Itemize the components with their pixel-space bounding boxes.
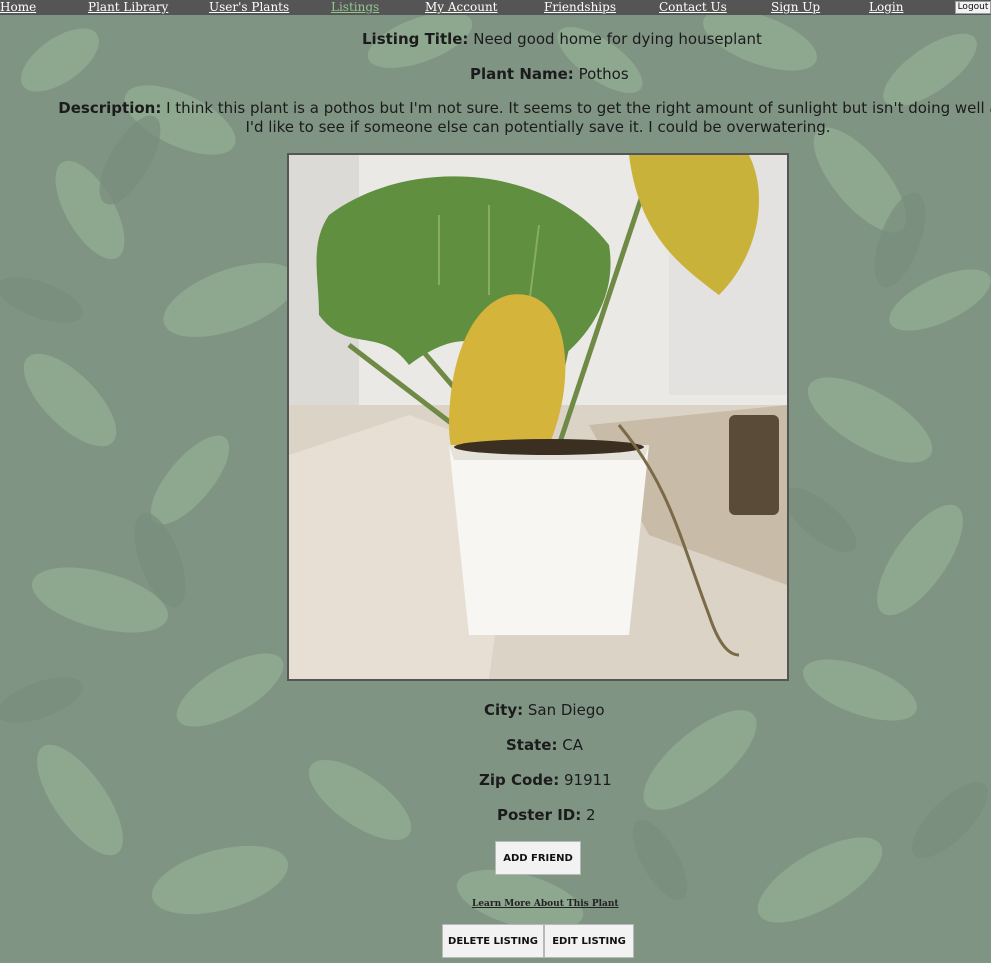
listing-title-row: Listing Title: Need good home for dying … <box>0 30 762 48</box>
nav-listings-link[interactable]: Listings <box>331 0 379 15</box>
nav-friendships-link[interactable]: Friendships <box>544 0 616 15</box>
listing-title-label: Listing Title: <box>362 30 469 48</box>
city-value: San Diego <box>527 701 605 719</box>
listing-title-value: Need good home for dying houseplant <box>473 30 762 48</box>
nav-plant-library-link[interactable]: Plant Library <box>88 0 168 15</box>
poster-row: Poster ID: 2 <box>0 806 596 824</box>
state-row: State: CA <box>0 736 583 754</box>
zip-row: Zip Code: 91911 <box>0 771 612 789</box>
nav-home-link[interactable]: Home <box>0 0 36 15</box>
city-label: City: <box>484 701 524 719</box>
plant-photo <box>287 153 789 681</box>
nav-sign-up-link[interactable]: Sign Up <box>771 0 820 15</box>
plant-name-row: Plant Name: Pothos <box>0 65 629 83</box>
poster-value: 2 <box>586 806 596 824</box>
logout-button[interactable]: Logout <box>955 1 991 14</box>
description-row: Description: I think this plant is a pot… <box>52 99 991 137</box>
city-row: City: San Diego <box>0 701 605 719</box>
nav-my-account-link[interactable]: My Account <box>425 0 498 15</box>
zip-label: Zip Code: <box>479 771 560 789</box>
state-label: State: <box>506 736 558 754</box>
poster-label: Poster ID: <box>497 806 582 824</box>
nav-contact-us-link[interactable]: Contact Us <box>659 0 727 15</box>
description-value: I think this plant is a pothos but I'm n… <box>166 99 991 136</box>
edit-listing-button[interactable]: EDIT LISTING <box>544 924 634 958</box>
plant-name-label: Plant Name: <box>470 65 574 83</box>
top-nav: Home Plant Library User's Plants Listing… <box>0 0 991 15</box>
learn-more-link[interactable]: Learn More About This Plant <box>472 899 619 909</box>
plant-name-value: Pothos <box>578 65 629 83</box>
nav-users-plants-link[interactable]: User's Plants <box>209 0 289 15</box>
state-value: CA <box>562 736 583 754</box>
description-label: Description: <box>58 99 162 117</box>
add-friend-button[interactable]: ADD FRIEND <box>495 841 581 875</box>
zip-value: 91911 <box>563 771 612 789</box>
nav-login-link[interactable]: Login <box>869 0 903 15</box>
delete-listing-button[interactable]: DELETE LISTING <box>442 924 544 958</box>
